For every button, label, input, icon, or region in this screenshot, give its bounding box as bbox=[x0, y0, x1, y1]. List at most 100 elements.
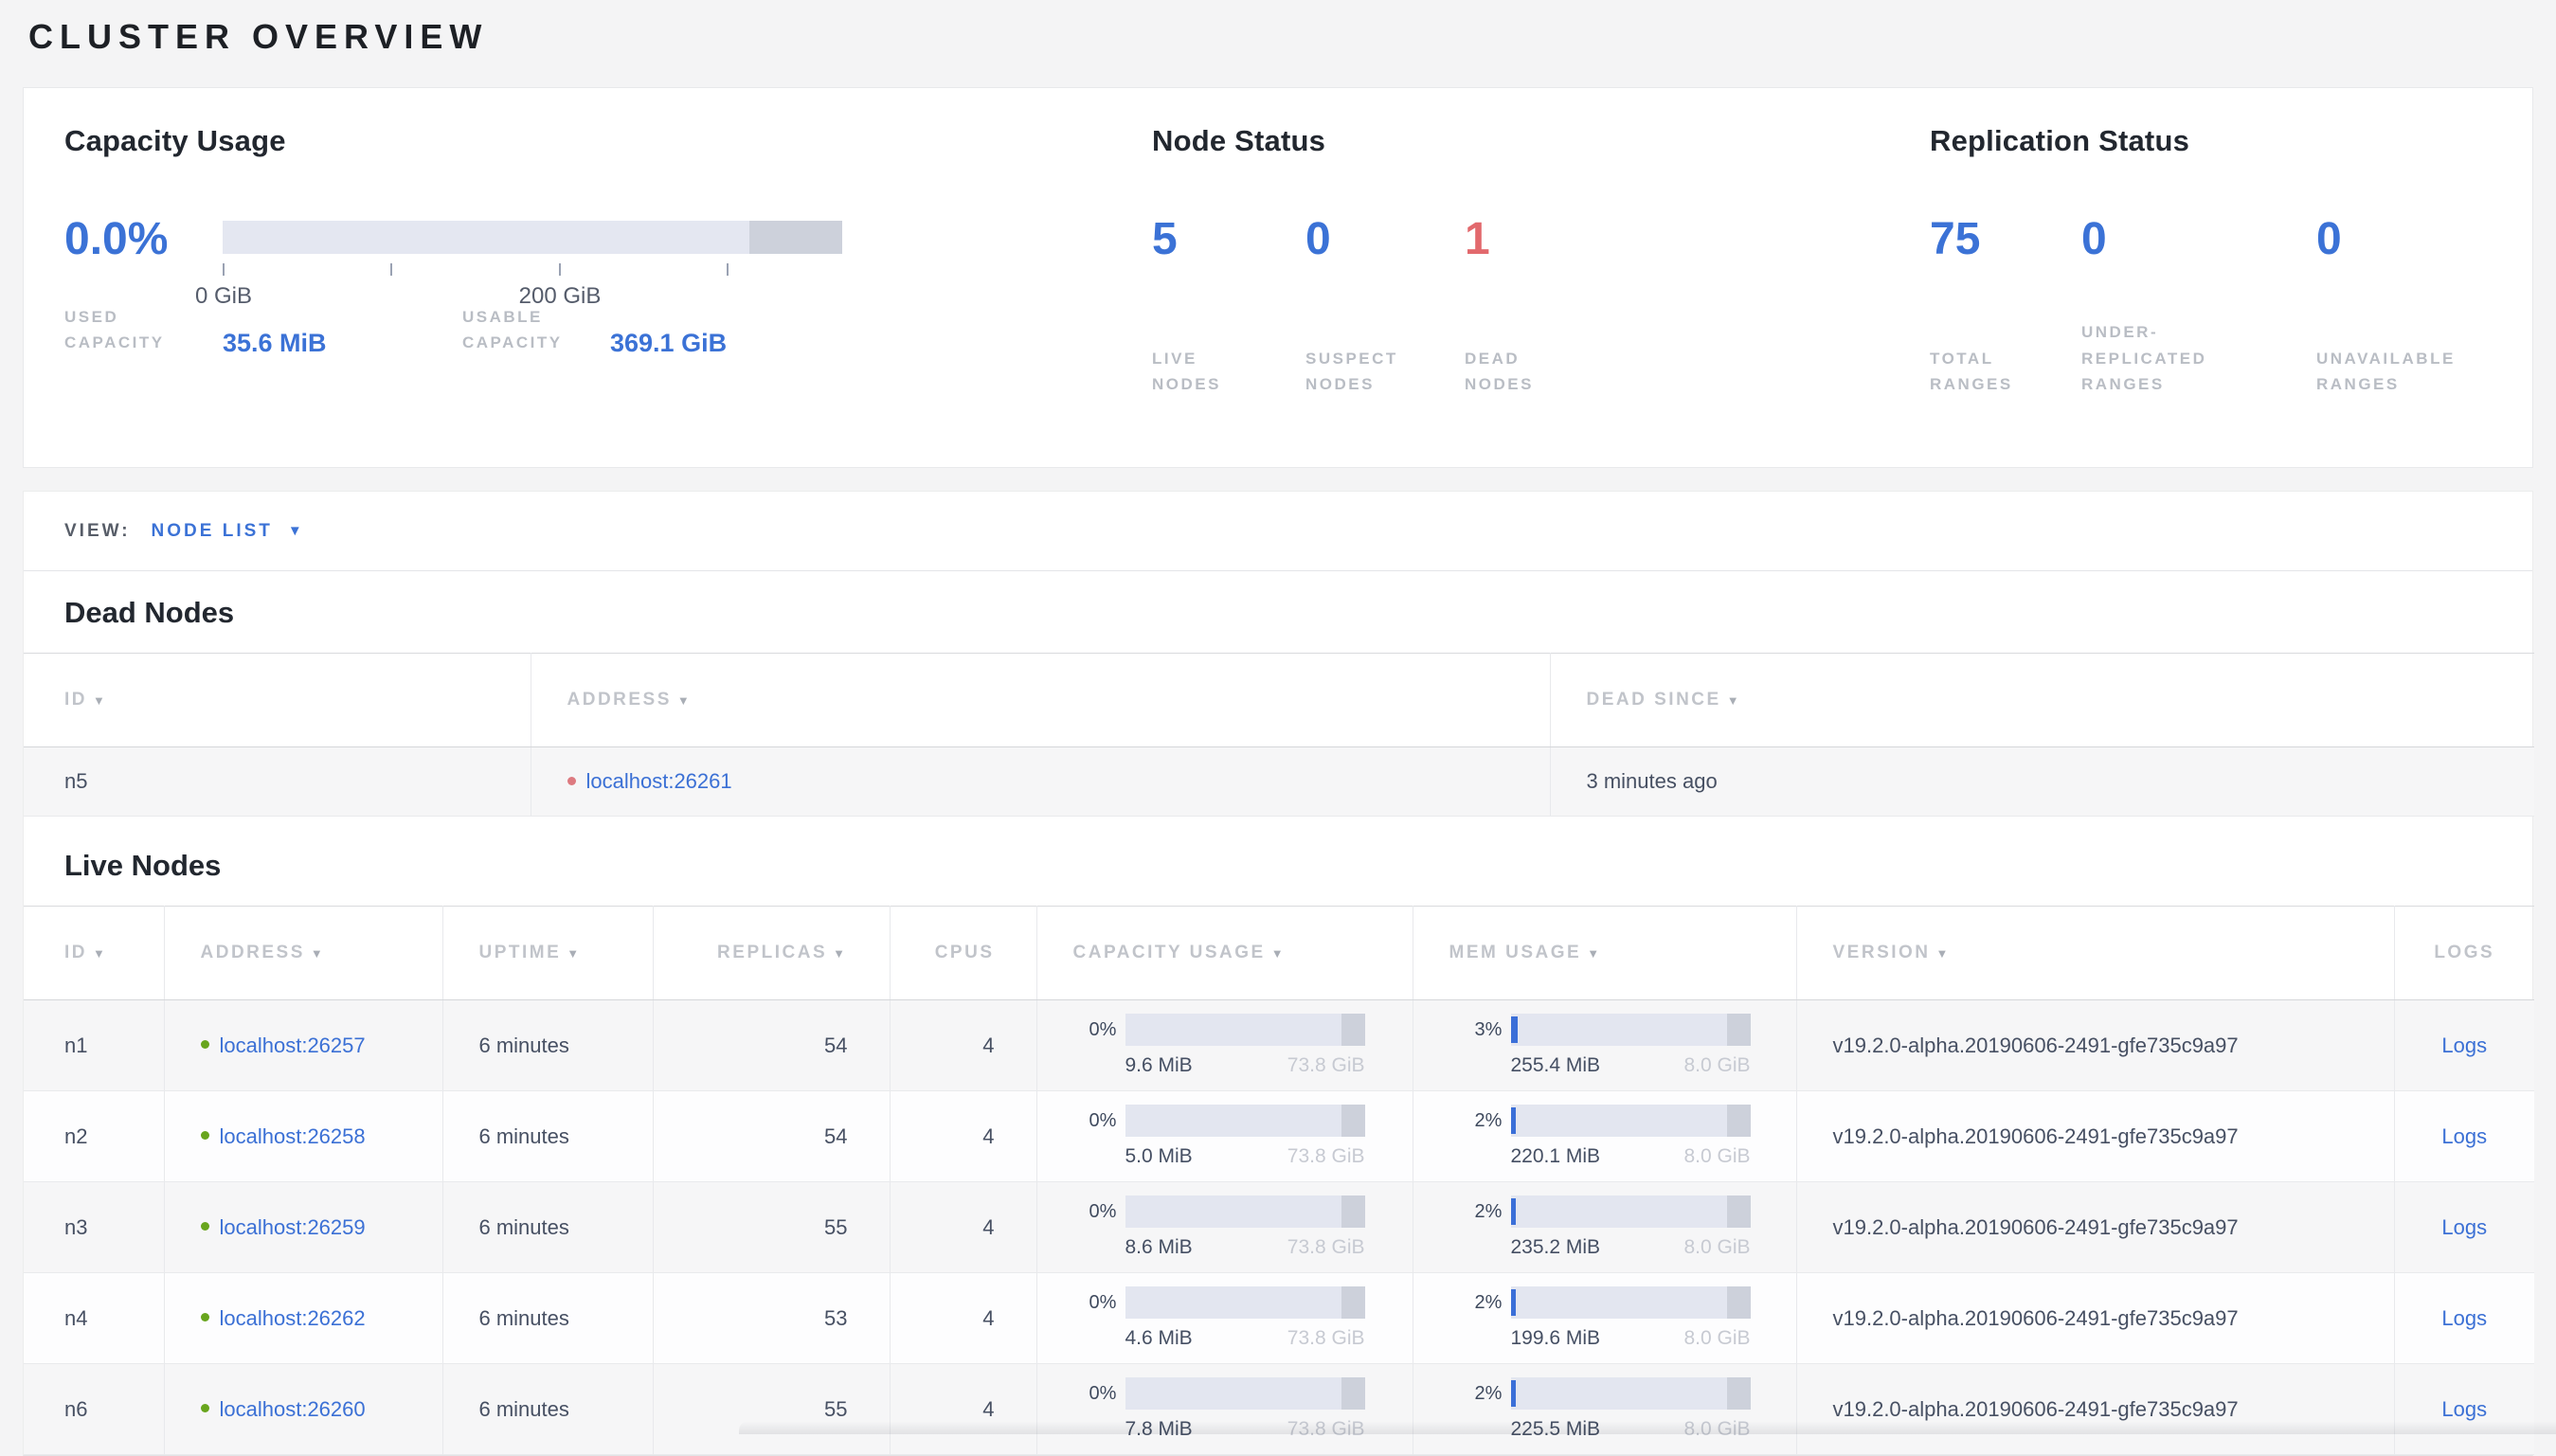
capacity-bar bbox=[1125, 1286, 1365, 1319]
column-header-address[interactable]: ADDRESS ▼ bbox=[531, 653, 1551, 747]
logs-cell: Logs bbox=[2394, 1090, 2534, 1182]
column-header-version[interactable]: VERSION ▼ bbox=[1796, 906, 2395, 1000]
capacity-usage-bar: 0 GiB 200 GiB bbox=[195, 221, 842, 309]
sort-arrow-icon: ▼ bbox=[310, 946, 326, 961]
total-ranges-label: TOTAL RANGES bbox=[1930, 349, 2013, 393]
replicas-cell: 54 bbox=[653, 999, 891, 1091]
memory-percent: 2% bbox=[1474, 1291, 1503, 1313]
cluster-summary-card: Capacity Usage 0.0% 0 GiB 200 GiB USED C… bbox=[23, 87, 2533, 468]
sort-arrow-icon: ▼ bbox=[93, 693, 108, 708]
column-header-capacity-usage[interactable]: CAPACITY USAGE ▼ bbox=[1036, 906, 1413, 1000]
logs-link[interactable]: Logs bbox=[2441, 1306, 2487, 1330]
memory-bar bbox=[1510, 1286, 1751, 1319]
column-header-logs: LOGS bbox=[2394, 906, 2534, 1000]
capacity-usage-section: Capacity Usage 0.0% 0 GiB 200 GiB USED C… bbox=[64, 124, 1152, 467]
sort-arrow-icon: ▼ bbox=[1270, 946, 1287, 961]
capacity-bar bbox=[1125, 1195, 1365, 1228]
axis-tick-label: 200 GiB bbox=[518, 283, 602, 309]
logs-link[interactable]: Logs bbox=[2441, 1034, 2487, 1057]
logs-link[interactable]: Logs bbox=[2441, 1215, 2487, 1239]
column-header-id[interactable]: ID ▼ bbox=[24, 906, 165, 1000]
logs-cell: Logs bbox=[2394, 1363, 2534, 1455]
suspect-nodes-stat: 0 SUSPECT NODES bbox=[1305, 214, 1465, 397]
table-row: n6 localhost:26260 6 minutes 55 4 0% 7.8… bbox=[24, 1363, 2534, 1455]
column-header-cpus[interactable]: CPUS bbox=[890, 906, 1037, 1000]
replication-status-section: Replication Status 75 TOTAL RANGES 0 UND… bbox=[1930, 124, 2532, 467]
replicas-cell: 53 bbox=[653, 1272, 891, 1364]
logs-link[interactable]: Logs bbox=[2441, 1124, 2487, 1148]
node-address-cell: localhost:26259 bbox=[164, 1181, 443, 1273]
replication-status-title: Replication Status bbox=[1930, 124, 2190, 157]
sort-arrow-icon: ▼ bbox=[567, 946, 582, 961]
chevron-down-icon: ▼ bbox=[287, 523, 302, 539]
capacity-bar bbox=[1125, 1377, 1365, 1410]
capacity-percent: 0% bbox=[1089, 1200, 1117, 1222]
table-row: n5 localhost:26261 3 minutes ago bbox=[24, 746, 2534, 817]
capacity-usage-title: Capacity Usage bbox=[64, 124, 286, 157]
memory-total: 8.0 GiB bbox=[1683, 1236, 1751, 1258]
sort-arrow-icon: ▼ bbox=[1587, 946, 1602, 961]
memory-bar bbox=[1510, 1195, 1751, 1228]
node-id-cell: n4 bbox=[24, 1272, 165, 1364]
logs-cell: Logs bbox=[2394, 999, 2534, 1091]
used-capacity-value: 35.6 MiB bbox=[223, 328, 327, 357]
replicas-cell: 55 bbox=[653, 1363, 891, 1455]
column-header-uptime[interactable]: UPTIME ▼ bbox=[442, 906, 654, 1000]
memory-bar bbox=[1510, 1377, 1751, 1410]
view-bar: VIEW: NODE LIST ▼ bbox=[24, 492, 2532, 571]
node-address-link[interactable]: localhost:26258 bbox=[220, 1124, 366, 1148]
node-address-link[interactable]: localhost:26262 bbox=[220, 1306, 366, 1330]
under-replicated-ranges-count: 0 bbox=[2081, 214, 2107, 264]
capacity-bar-end-segment bbox=[749, 221, 842, 254]
column-header-id[interactable]: ID ▼ bbox=[24, 653, 531, 747]
suspect-nodes-count: 0 bbox=[1305, 214, 1331, 264]
memory-used: 220.1 MiB bbox=[1510, 1145, 1601, 1167]
total-ranges-stat: 75 TOTAL RANGES bbox=[1930, 217, 2081, 397]
view-mode-dropdown[interactable]: NODE LIST ▼ bbox=[152, 521, 302, 542]
logs-link[interactable]: Logs bbox=[2441, 1397, 2487, 1421]
replicas-cell: 55 bbox=[653, 1181, 891, 1273]
mem-usage-cell: 2% 199.6 MiB 8.0 GiB bbox=[1413, 1272, 1797, 1364]
memory-used: 235.2 MiB bbox=[1510, 1236, 1601, 1258]
capacity-percent: 0% bbox=[1089, 1382, 1117, 1404]
table-row: n1 localhost:26257 6 minutes 54 4 0% 9.6… bbox=[24, 999, 2534, 1091]
axis-tick bbox=[559, 263, 561, 276]
column-header-address[interactable]: ADDRESS ▼ bbox=[164, 906, 443, 1000]
memory-bar bbox=[1510, 1014, 1751, 1046]
capacity-usage-cell: 0% 5.0 MiB 73.8 GiB bbox=[1036, 1090, 1413, 1182]
column-header-replicas[interactable]: REPLICAS ▼ bbox=[653, 906, 891, 1000]
mem-usage-cell: 2% 225.5 MiB8.0 GiB bbox=[1413, 1363, 1797, 1455]
uptime-cell: 6 minutes bbox=[442, 999, 654, 1091]
capacity-percent: 0% bbox=[1089, 1018, 1117, 1040]
column-header-mem-usage[interactable]: MEM USAGE ▼ bbox=[1413, 906, 1797, 1000]
dead-nodes-stat: 1 DEAD NODES bbox=[1465, 217, 1624, 397]
version-cell: v19.2.0-alpha.20190606-2491-gfe735c9a97 bbox=[1796, 1363, 2395, 1455]
node-id-cell: n1 bbox=[24, 999, 165, 1091]
unavailable-ranges-stat: 0 UNAVAILABLE RANGES bbox=[2316, 217, 2456, 397]
view-mode-selected[interactable]: NODE LIST bbox=[152, 521, 273, 542]
cpus-cell: 4 bbox=[890, 999, 1037, 1091]
node-address-link[interactable]: localhost:26261 bbox=[586, 769, 732, 793]
column-header-dead-since[interactable]: DEAD SINCE ▼ bbox=[1550, 653, 2534, 747]
uptime-cell: 6 minutes bbox=[442, 1272, 654, 1364]
version-cell: v19.2.0-alpha.20190606-2491-gfe735c9a97 bbox=[1796, 1090, 2395, 1182]
capacity-percent: 0% bbox=[1089, 1109, 1117, 1131]
node-address-link[interactable]: localhost:26259 bbox=[220, 1215, 366, 1239]
logs-cell: Logs bbox=[2394, 1181, 2534, 1273]
memory-bar bbox=[1510, 1105, 1751, 1137]
node-address-link[interactable]: localhost:26260 bbox=[220, 1397, 366, 1421]
uptime-cell: 6 minutes bbox=[442, 1363, 654, 1455]
axis-tick bbox=[223, 263, 225, 276]
capacity-total: 73.8 GiB bbox=[1287, 1054, 1365, 1076]
dead-since-cell: 3 minutes ago bbox=[1550, 746, 2534, 817]
node-address-cell: localhost:26260 bbox=[164, 1363, 443, 1455]
memory-used: 255.4 MiB bbox=[1510, 1054, 1601, 1076]
memory-percent: 2% bbox=[1474, 1382, 1503, 1404]
capacity-used: 8.6 MiB bbox=[1125, 1236, 1193, 1258]
sort-arrow-icon: ▼ bbox=[1726, 693, 1742, 708]
mem-usage-cell: 2% 235.2 MiB 8.0 GiB bbox=[1413, 1181, 1797, 1273]
memory-total: 8.0 GiB bbox=[1683, 1145, 1751, 1167]
live-status-dot-icon bbox=[200, 1040, 209, 1050]
node-address-link[interactable]: localhost:26257 bbox=[220, 1034, 366, 1057]
dead-nodes-heading: Dead Nodes bbox=[64, 596, 235, 629]
